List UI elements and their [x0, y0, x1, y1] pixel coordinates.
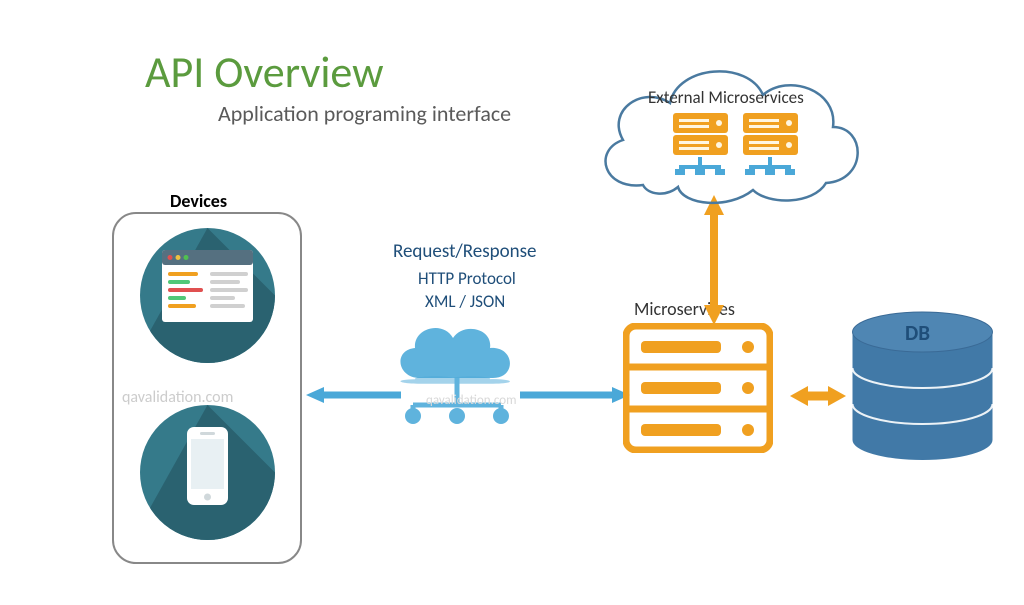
- db-label: DB: [905, 320, 930, 346]
- arrow-cloud-to-microservices: [520, 385, 630, 410]
- arrow-microservices-db: [790, 383, 846, 414]
- request-response-label: Request/Response: [393, 240, 537, 263]
- watermark-text: qavalidation.com: [122, 388, 233, 407]
- arrow-microservices-external: [700, 195, 728, 330]
- page-subtitle: Application programing interface: [218, 100, 511, 127]
- smartphone-icon: [140, 405, 275, 540]
- external-cloud-icon: [588, 55, 868, 210]
- watermark-text-2: qavalidation.com: [426, 393, 517, 408]
- devices-label: Devices: [170, 190, 227, 212]
- xml-json-label: XML / JSON: [425, 291, 505, 312]
- http-protocol-label: HTTP Protocol: [418, 268, 516, 289]
- server-stack-icon: [623, 323, 773, 453]
- page-title: API Overview: [145, 45, 384, 99]
- browser-window-icon: [140, 228, 275, 363]
- external-microservices-label: External Microservices: [648, 87, 804, 108]
- cloud-network-icon: [385, 310, 535, 430]
